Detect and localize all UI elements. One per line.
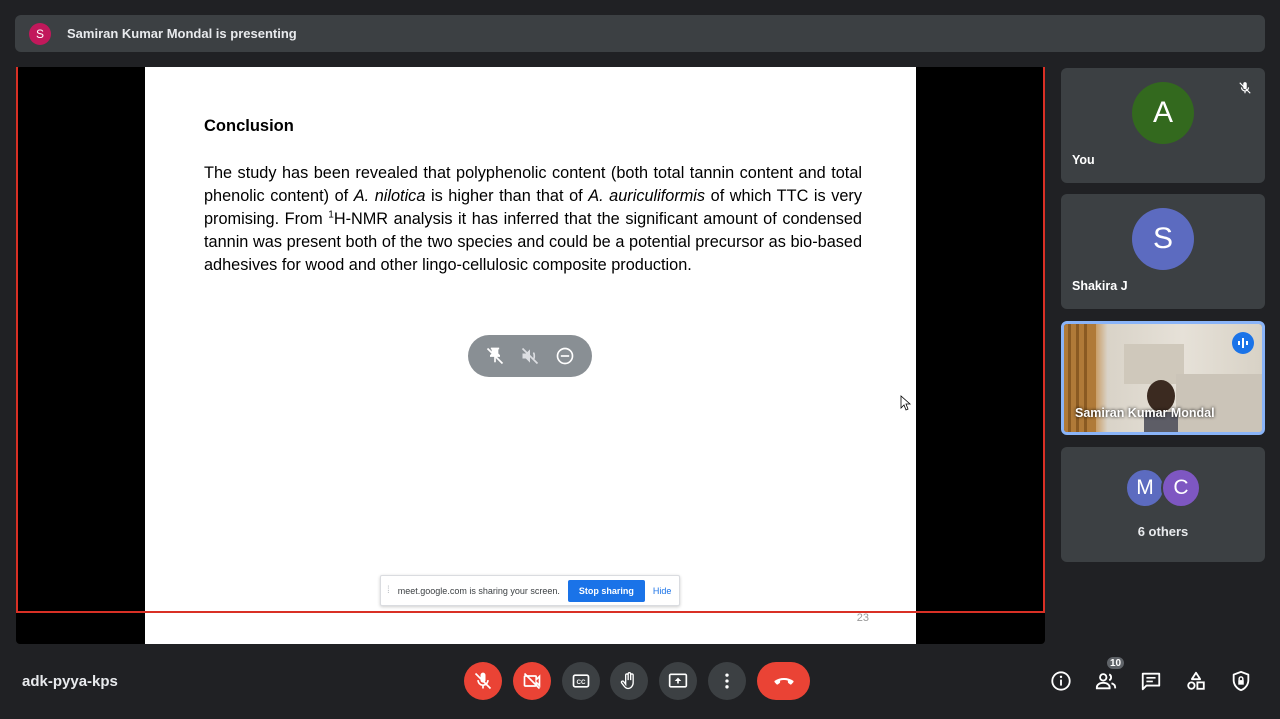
people-count-badge: 10 (1105, 655, 1126, 671)
camera-off-icon (523, 672, 541, 690)
camera-toggle-button[interactable] (513, 662, 551, 700)
captions-button[interactable]: CC (562, 662, 600, 700)
more-options-button[interactable] (708, 662, 746, 700)
raise-hand-icon (620, 672, 634, 690)
avatar-initial: C (1173, 476, 1189, 499)
participant-name: Samiran Kumar Mondal (1075, 406, 1215, 420)
screen-sharing-banner: ⁞ meet.google.com is sharing your screen… (380, 575, 680, 606)
more-vert-icon (725, 673, 729, 689)
unpin-icon[interactable] (482, 343, 508, 369)
people-icon (1095, 673, 1117, 690)
mouse-cursor-icon (900, 395, 912, 411)
participant-name: You (1072, 153, 1095, 167)
hide-banner-link[interactable]: Hide (653, 586, 672, 596)
chat-icon (1141, 672, 1161, 691)
participant-tile-shakira[interactable]: S Shakira J (1061, 194, 1265, 309)
raise-hand-button[interactable] (610, 662, 648, 700)
present-screen-button[interactable] (659, 662, 697, 700)
shield-lock-icon (1232, 670, 1250, 692)
drag-handle-icon[interactable]: ⁞ (387, 585, 390, 596)
species-name-2: A. auriculiformis (588, 187, 706, 205)
mic-off-icon (1235, 78, 1255, 98)
captions-icon: CC (572, 674, 590, 688)
participant-tile-others[interactable]: M C 6 others (1061, 447, 1265, 562)
speaking-indicator-icon (1232, 332, 1254, 354)
mic-off-icon (474, 672, 492, 690)
slide-body-text-2: is higher than that of (425, 187, 589, 205)
leave-call-button[interactable] (757, 662, 810, 700)
present-screen-icon (668, 673, 688, 688)
species-name-1: A. nilotica (353, 187, 426, 205)
avatar: C (1161, 468, 1201, 508)
meeting-code[interactable]: adk-pyya-kps (22, 673, 118, 690)
shared-slide: Conclusion The study has been revealed t… (145, 67, 916, 644)
people-button[interactable] (1093, 668, 1119, 694)
participant-name: Shakira J (1072, 279, 1128, 293)
info-icon (1051, 671, 1071, 691)
host-controls-button[interactable] (1228, 668, 1254, 694)
avatar: M (1125, 468, 1165, 508)
presentation-stage: Conclusion The study has been revealed t… (16, 67, 1045, 644)
presenting-text: Samiran Kumar Mondal is presenting (67, 26, 297, 41)
slide-page-number: 23 (856, 612, 869, 624)
mic-toggle-button[interactable] (464, 662, 502, 700)
presenting-banner: S Samiran Kumar Mondal is presenting (15, 15, 1265, 52)
participant-tile-you[interactable]: A You (1061, 68, 1265, 183)
remove-tile-icon[interactable] (552, 343, 578, 369)
others-count-label: 6 others (1137, 524, 1189, 539)
slide-body: The study has been revealed that polyphe… (204, 162, 862, 277)
presenter-avatar: S (29, 22, 51, 45)
hang-up-icon (773, 678, 794, 685)
stop-sharing-button[interactable]: Stop sharing (567, 579, 645, 602)
sharing-message: meet.google.com is sharing your screen. (397, 585, 560, 596)
avatar-initial: M (1136, 476, 1154, 499)
mute-audio-icon[interactable] (517, 343, 543, 369)
avatar: S (1132, 208, 1194, 270)
tile-overlay-controls (468, 335, 592, 377)
chat-button[interactable] (1138, 668, 1164, 694)
avatar: A (1132, 82, 1194, 144)
svg-text:CC: CC (576, 679, 586, 686)
slide-heading: Conclusion (204, 117, 294, 135)
meeting-details-button[interactable] (1048, 668, 1074, 694)
activities-button[interactable] (1183, 668, 1209, 694)
activities-icon (1187, 671, 1205, 690)
avatar-initial: A (1152, 96, 1173, 129)
participant-tile-samiran[interactable]: Samiran Kumar Mondal (1061, 321, 1265, 435)
avatar-initial: S (1152, 222, 1173, 255)
